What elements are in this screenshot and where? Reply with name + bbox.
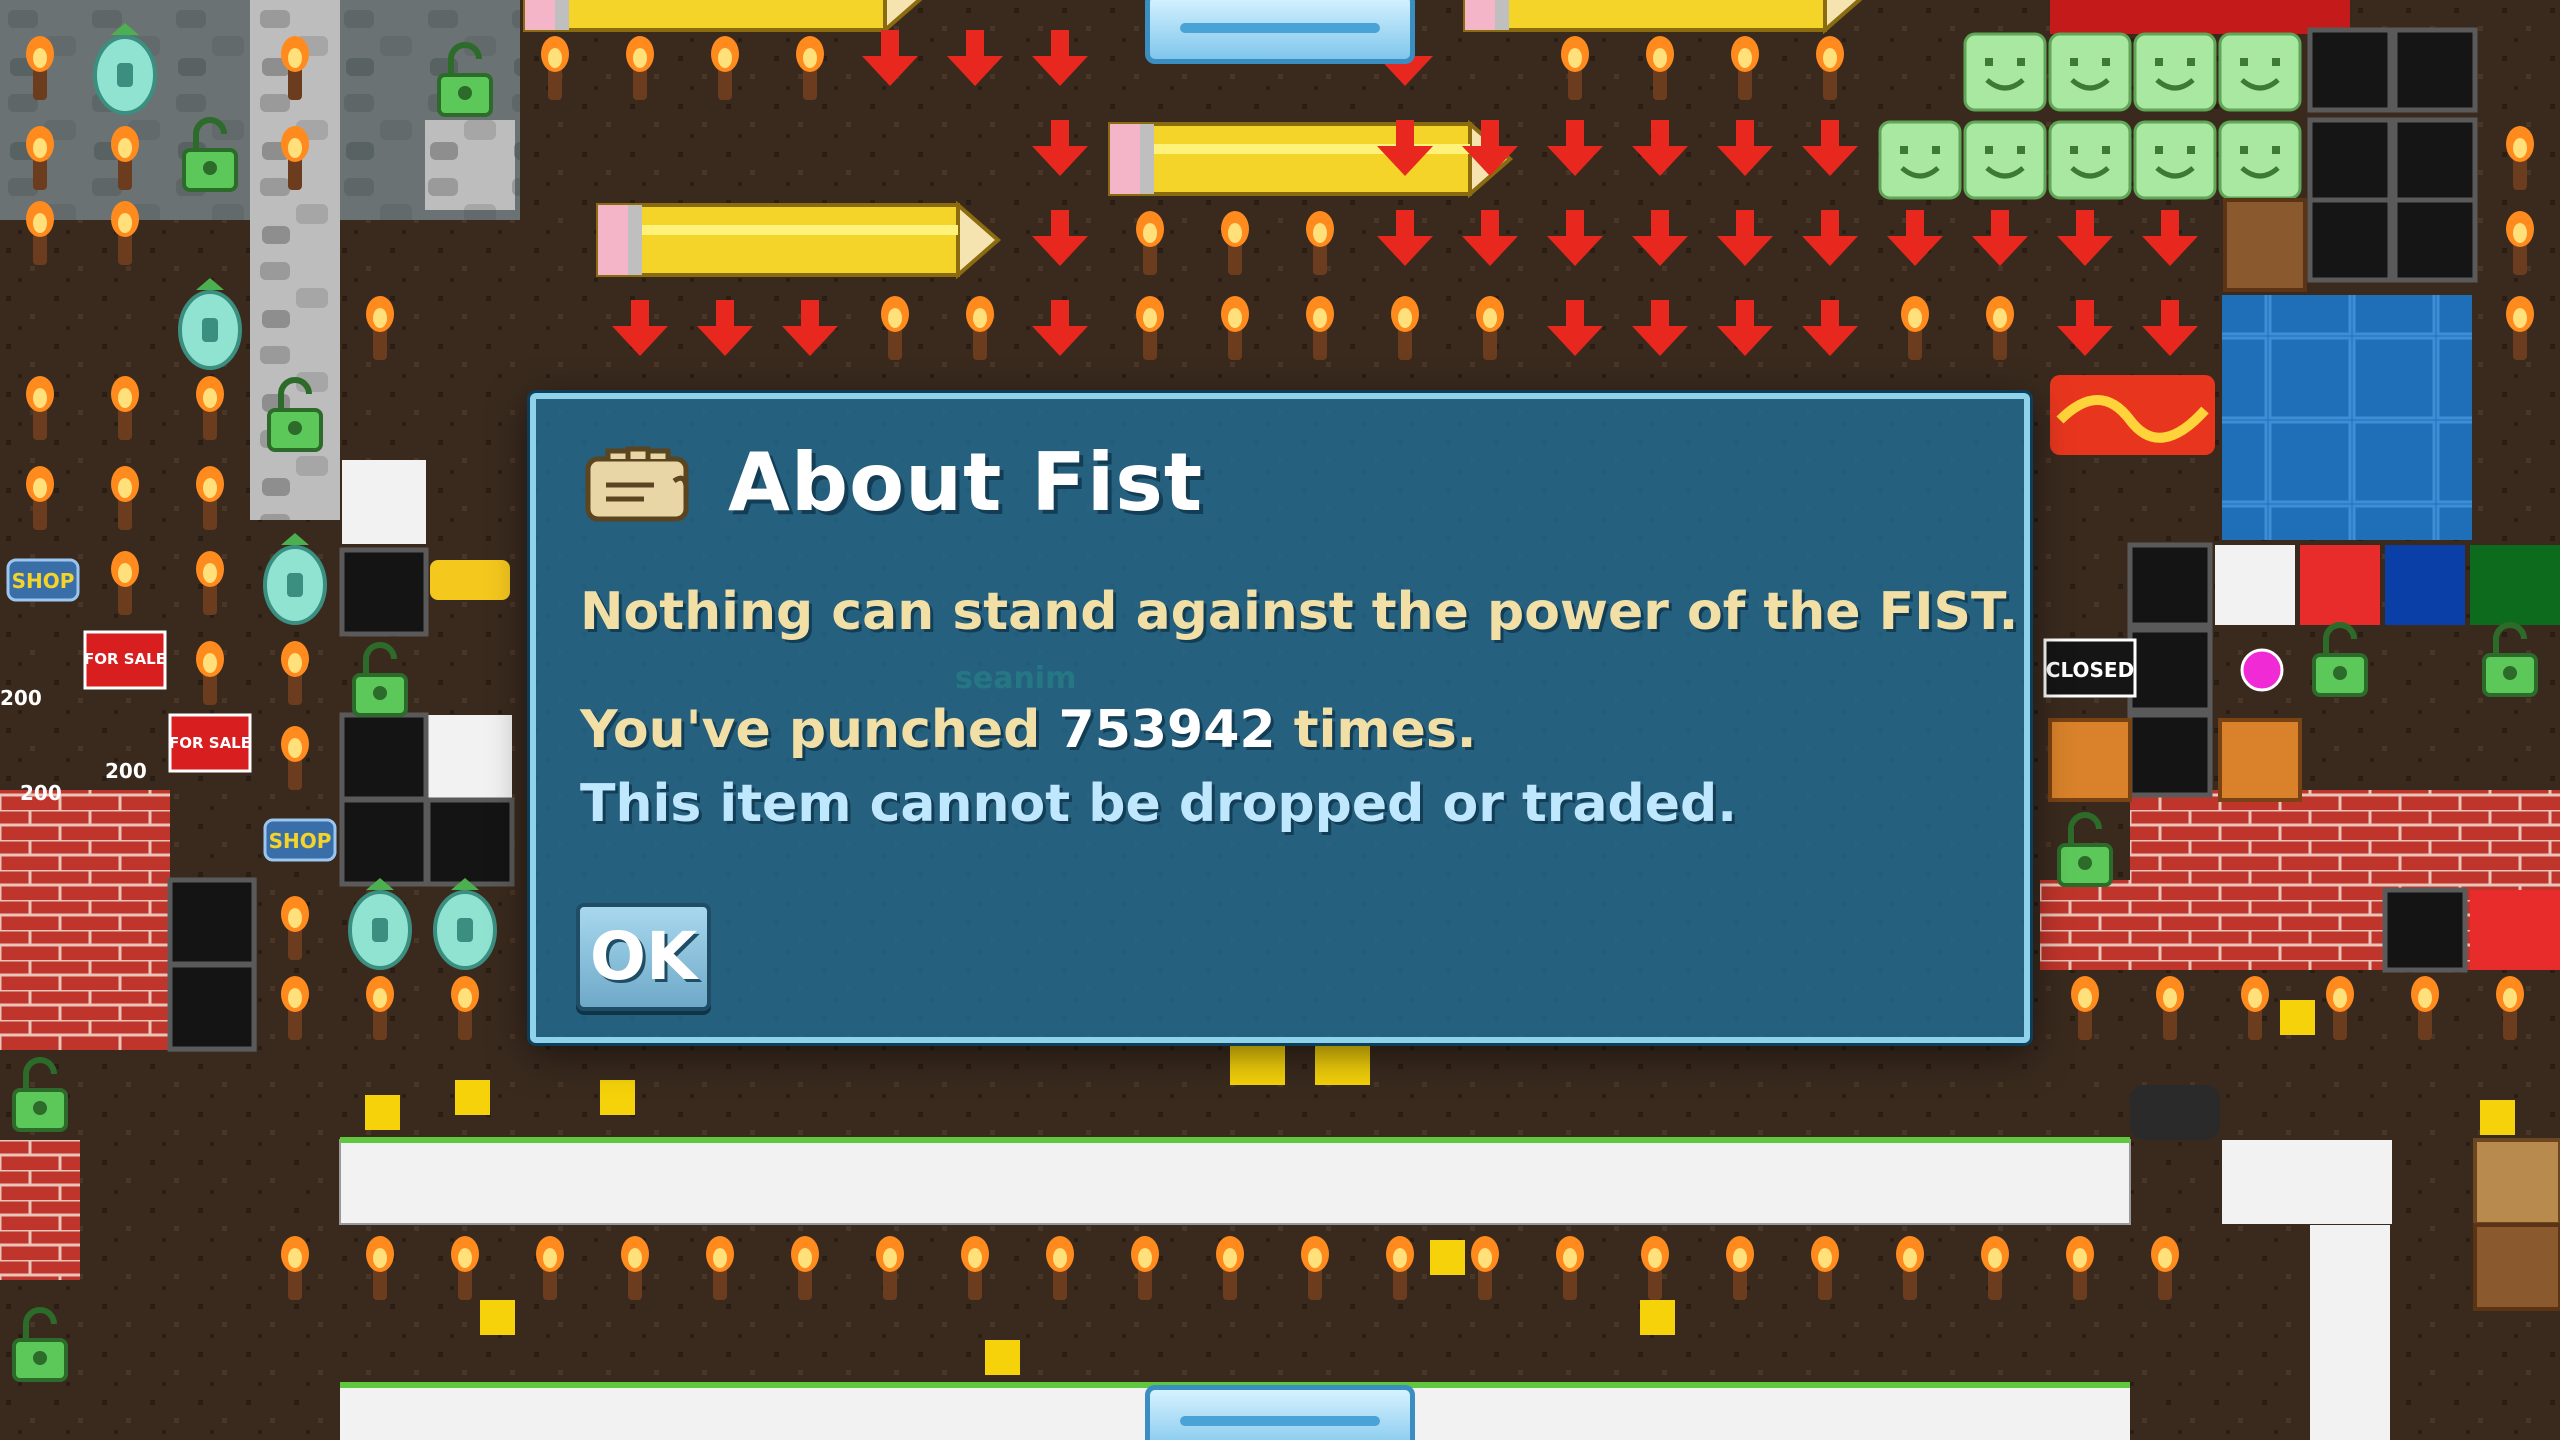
item-description: Nothing can stand against the power of t… bbox=[580, 582, 2019, 642]
punch-prefix: You've punched bbox=[580, 700, 1059, 760]
dialog-title: About Fist bbox=[728, 436, 1204, 529]
for-sale-sign: FOR SALE bbox=[84, 650, 166, 668]
closed-sign: CLOSED bbox=[2046, 658, 2134, 682]
fist-icon bbox=[585, 446, 689, 522]
price-tag: 200 bbox=[105, 759, 147, 783]
game-scene: SHOP SHOP FOR SALE FOR SALE 200 200 200 … bbox=[0, 0, 2560, 1440]
bottom-panel-handle[interactable] bbox=[1145, 1385, 1415, 1440]
price-tag: 200 bbox=[0, 686, 42, 710]
for-sale-sign: FOR SALE bbox=[169, 734, 251, 752]
about-item-dialog: About Fist Nothing can stand against the… bbox=[530, 393, 2030, 1043]
punch-stat: You've punched 753942 times. bbox=[580, 695, 1477, 765]
top-panel-handle[interactable] bbox=[1145, 0, 1415, 64]
untradeable-notice: This item cannot be dropped or traded. bbox=[580, 774, 1737, 834]
ok-button[interactable]: OK bbox=[576, 903, 711, 1011]
punch-suffix: times. bbox=[1275, 700, 1477, 760]
price-tag: 200 bbox=[20, 781, 62, 805]
shop-sign: SHOP bbox=[12, 569, 75, 593]
shop-sign: SHOP bbox=[269, 829, 332, 853]
punch-count: 753942 bbox=[1058, 700, 1276, 760]
